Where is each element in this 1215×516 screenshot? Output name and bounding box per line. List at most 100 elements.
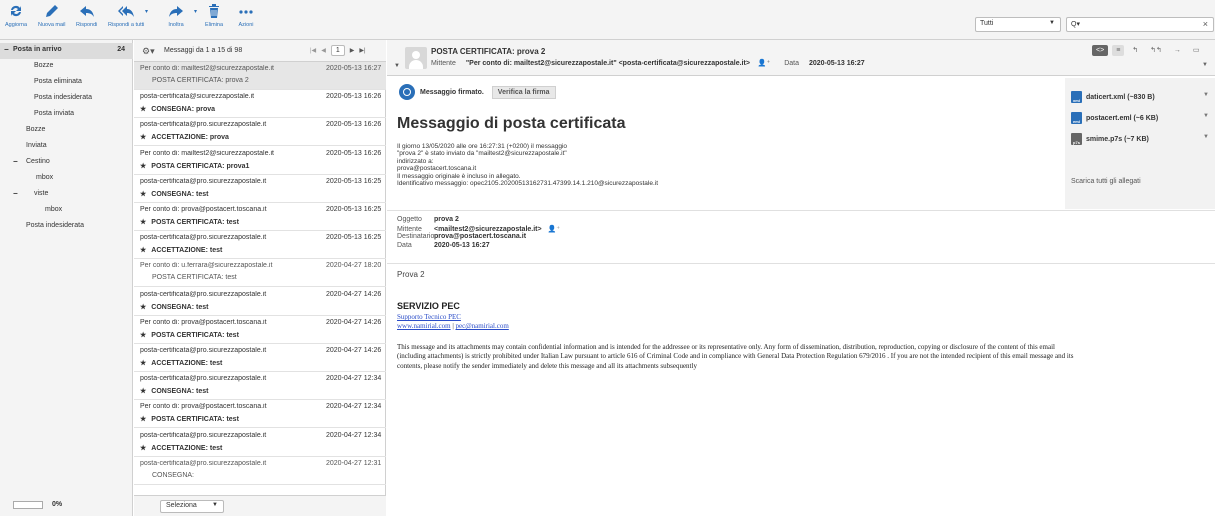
chevron-down-icon[interactable]: ▾ — [145, 8, 148, 15]
download-all-link[interactable]: Scarica tutti gli allegati — [1071, 178, 1141, 185]
message-row[interactable]: Per conto di: prova@postacert.toscana.it… — [134, 316, 386, 344]
message-subject-text: CONSEGNA: test — [151, 388, 209, 396]
folder-mbox[interactable]: mbox — [0, 171, 133, 187]
message-subject-text: ACCETTAZIONE: test — [151, 444, 223, 452]
message-row[interactable]: posta-certificata@pro.sicurezzapostale.i… — [134, 344, 386, 372]
last-page-icon[interactable]: ▶| — [359, 47, 365, 54]
folder-trash[interactable]: − Cestino — [0, 155, 133, 171]
forward-button[interactable]: Inoltra ▾ — [168, 3, 197, 28]
first-page-icon[interactable]: |◀ — [310, 47, 316, 54]
attachment-item[interactable]: eml postacert.eml (~6 KB) ▼ — [1071, 112, 1211, 124]
folder-viste[interactable]: − viste — [0, 187, 133, 203]
star-icon[interactable]: ★ — [140, 416, 146, 423]
body-line: Il giorno 13/05/2020 alle ore 16:27:31 (… — [397, 143, 568, 150]
page-number-input[interactable]: 1 — [330, 45, 345, 56]
quota-label: 0% — [52, 501, 63, 508]
star-icon[interactable]: ★ — [140, 247, 146, 254]
star-icon[interactable]: ★ — [140, 360, 146, 367]
filter-select[interactable]: Tutti ▼ — [975, 17, 1061, 32]
chevron-down-icon: ▼ — [1049, 20, 1055, 26]
text-view-icon[interactable]: ≡ — [1112, 45, 1125, 56]
close-icon[interactable]: × — [1203, 19, 1208, 29]
folder-mbox-2[interactable]: mbox — [0, 203, 133, 219]
reply-icon[interactable]: ↰ — [1128, 45, 1142, 56]
message-row[interactable]: posta-certificata@sicurezzapostale.it 202… — [134, 90, 386, 119]
collapse-toggle[interactable]: − — [13, 189, 18, 198]
compose-button[interactable]: Nuova mail — [38, 3, 66, 28]
folder-inbox[interactable]: − Posta in arrivo 24 — [0, 43, 133, 59]
message-subject-line: ★ CONSEGNA: test — [140, 303, 208, 311]
search-input[interactable]: Q▾ × — [1066, 17, 1214, 32]
verify-signature-button[interactable]: Verifica la firma — [491, 85, 556, 99]
email-link[interactable]: pec@namirial.com — [456, 322, 509, 330]
collapse-toggle[interactable]: − — [4, 45, 9, 54]
forward-icon[interactable]: → — [1170, 45, 1185, 56]
list-range: Messaggi da 1 a 15 di 98 — [164, 47, 243, 54]
folder-sent-2[interactable]: Inviata — [0, 139, 133, 155]
message-row[interactable]: Per conto di: mailtest2@sicurezzapostale… — [134, 62, 386, 90]
message-sender: posta-certificata@pro.sicurezzapostale.i… — [140, 431, 267, 439]
star-icon[interactable]: ★ — [140, 191, 146, 198]
message-row[interactable]: posta-certificata@pro.sicurezzapostale.i… — [134, 372, 386, 401]
chevron-down-icon[interactable]: ▾ — [194, 8, 197, 15]
attachment-item[interactable]: p7s smime.p7s (~7 KB) ▼ — [1071, 133, 1211, 145]
star-icon[interactable]: ★ — [140, 332, 146, 339]
header-value[interactable]: <mailtest2@sicurezzapostale.it> — [434, 226, 542, 233]
add-contact-icon[interactable]: 👤⁺ — [758, 60, 770, 67]
website-link[interactable]: www.namirial.com — [397, 322, 451, 330]
chevron-down-icon[interactable]: ▼ — [1202, 62, 1208, 68]
reply-all-button[interactable]: Rispondi a tutti ▾ — [108, 3, 148, 28]
star-icon[interactable]: ★ — [140, 106, 146, 113]
add-contact-icon[interactable]: 👤⁺ — [548, 226, 560, 233]
folder-deleted[interactable]: Posta eliminata — [0, 75, 133, 91]
next-page-icon[interactable]: ▶ — [350, 47, 355, 54]
chevron-down-icon[interactable]: ▼ — [1203, 134, 1209, 140]
message-row[interactable]: Per conto di: u.ferrara@sicurezzapostale… — [134, 259, 386, 288]
folder-junk[interactable]: Posta indesiderata — [0, 91, 133, 107]
prev-page-icon[interactable]: ◀ — [321, 47, 326, 54]
message-row[interactable]: posta-certificata@pro.sicurezzapostale.i… — [134, 429, 386, 457]
folder-label: Posta eliminata — [34, 78, 82, 85]
reply-all-icon[interactable]: ↰↰ — [1146, 45, 1166, 56]
message-row[interactable]: posta-certificata@pro.sicurezzapostale.i… — [134, 231, 386, 260]
header-row: Oggetto prova 2 — [397, 216, 560, 225]
sender-value[interactable]: "Per conto di: mailtest2@sicurezzapostal… — [466, 60, 750, 67]
folder-drafts[interactable]: Bozze — [0, 59, 133, 75]
open-window-icon[interactable]: ▭ — [1189, 45, 1204, 56]
message-row[interactable]: Per conto di: prova@postacert.toscana.it… — [134, 203, 386, 231]
attachment-item[interactable]: xml daticert.xml (~830 B) ▼ — [1071, 91, 1211, 103]
star-icon[interactable]: ★ — [140, 134, 146, 141]
message-row[interactable]: posta-certificata@pro.sicurezzapostale.i… — [134, 288, 386, 316]
star-icon[interactable]: ★ — [140, 219, 146, 226]
refresh-button[interactable]: Aggiorna — [5, 3, 27, 28]
message-row[interactable]: Per conto di: mailtest2@sicurezzapostale… — [134, 147, 386, 175]
expand-icon[interactable]: ▼ — [394, 63, 400, 69]
folder-label: Posta inviata — [34, 110, 75, 117]
gear-icon[interactable]: ⚙▾ — [142, 46, 155, 57]
collapse-toggle[interactable]: − — [13, 157, 18, 166]
chevron-down-icon[interactable]: ▼ — [1203, 113, 1209, 119]
chevron-down-icon[interactable]: ▼ — [1203, 92, 1209, 98]
message-row[interactable]: Per conto di: prova@postacert.toscana.it… — [134, 400, 386, 429]
star-icon[interactable]: ★ — [140, 304, 146, 311]
message-row[interactable]: posta-certificata@pro.sicurezzapostale.i… — [134, 118, 386, 147]
source-view-icon[interactable]: <> — [1092, 45, 1109, 56]
header-value[interactable]: prova@postacert.toscana.it — [434, 233, 526, 240]
star-icon[interactable]: ★ — [140, 163, 146, 170]
message-row[interactable]: posta-certificata@pro.sicurezzapostale.i… — [134, 457, 386, 485]
star-icon[interactable]: ★ — [140, 445, 146, 452]
select-dropdown[interactable]: Seleziona ▼ — [160, 500, 224, 513]
reply-button[interactable]: Rispondi — [76, 3, 97, 28]
message-row[interactable]: posta-certificata@pro.sicurezzapostale.i… — [134, 175, 386, 203]
delete-button[interactable]: Elimina — [205, 3, 223, 28]
star-icon[interactable]: ★ — [140, 388, 146, 395]
support-link[interactable]: Supporto Tecnico PEC — [397, 313, 461, 321]
header-label: Destinatario — [397, 233, 435, 241]
actions-button[interactable]: Azioni — [238, 3, 254, 28]
list-footer: Seleziona ▼ — [134, 495, 386, 516]
list-header: ⚙▾ Messaggi da 1 a 15 di 98 |◀ ◀ 1 ▶ ▶| — [134, 40, 386, 62]
message-header: POSTA CERTIFICATA: prova 2 Mittente "Per… — [387, 40, 1215, 76]
folder-drafts-2[interactable]: Bozze — [0, 123, 133, 139]
folder-junk-2[interactable]: Posta indesiderata — [0, 219, 133, 235]
folder-sent[interactable]: Posta inviata — [0, 107, 133, 123]
